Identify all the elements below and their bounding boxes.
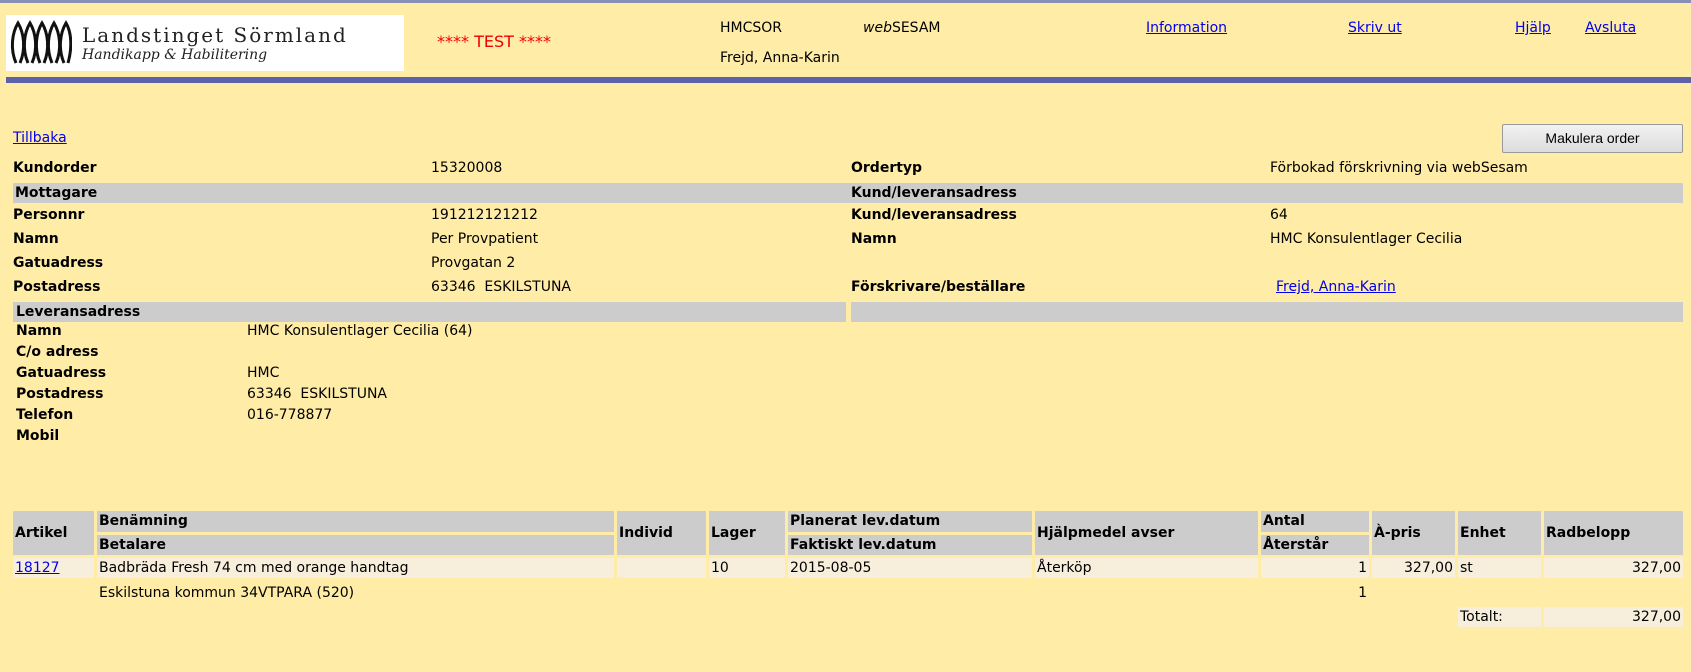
th-avser: Hjälpmedel avser — [1035, 511, 1261, 558]
empty-band — [851, 302, 1683, 322]
kundlev-label: Kund/leveransadress — [851, 207, 1017, 223]
system-code: HMCSOR — [720, 20, 783, 36]
th-planerat: Planerat lev.datum — [788, 511, 1035, 535]
cell-radbelopp: 327,00 — [1544, 558, 1686, 581]
logo-line1: Landstinget Sörmland — [82, 23, 348, 47]
th-aterstar: Återstår — [1261, 534, 1372, 558]
order-lines-table: Artikel Benämning Individ Lager Planerat… — [13, 511, 1686, 630]
postadress-value: 63346 ESKILSTUNA — [431, 279, 572, 295]
personnr-label: Personnr — [13, 207, 85, 223]
forskrivare-label: Förskrivare/beställare — [851, 279, 1026, 295]
artikel-link[interactable]: 18127 — [15, 560, 60, 576]
total-row: Totalt: 327,00 — [13, 607, 1686, 630]
table-row: 18127 Badbräda Fresh 74 cm med orange ha… — [13, 558, 1686, 581]
user-name: Frejd, Anna-Karin — [720, 50, 840, 66]
delivery-value: HMC — [247, 365, 280, 381]
th-apris: À-pris — [1372, 511, 1458, 558]
th-radbelopp: Radbelopp — [1544, 511, 1686, 558]
cell-antal: 1 — [1261, 558, 1372, 581]
cell-avser: Återköp — [1035, 558, 1261, 581]
namn2-value: HMC Konsulentlager Cecilia — [1270, 231, 1463, 247]
th-enhet: Enhet — [1458, 511, 1544, 558]
mottagare-band: Mottagare — [13, 183, 846, 203]
cell-individ — [617, 558, 709, 581]
cell-betalare: Eskilstuna kommun 34VTPARA (520) — [97, 581, 617, 607]
th-betalare: Betalare — [97, 534, 617, 558]
payer-row: Eskilstuna kommun 34VTPARA (520) 1 — [13, 581, 1686, 607]
cell-lager: 10 — [709, 558, 788, 581]
information-link[interactable]: Information — [1146, 20, 1227, 36]
kundlev-value: 64 — [1270, 207, 1288, 223]
print-link[interactable]: Skriv ut — [1348, 20, 1402, 36]
delivery-label: C/o adress — [16, 344, 99, 360]
delivery-label: Gatuadress — [16, 365, 107, 381]
cell-aterstar: 1 — [1261, 581, 1372, 607]
cancel-order-button[interactable]: Makulera order — [1502, 124, 1683, 153]
leveransadress-band: Leveransadress — [13, 302, 846, 322]
cell-benamning: Badbräda Fresh 74 cm med orange handtag — [97, 558, 617, 581]
header-divider — [6, 77, 1691, 83]
delivery-value: HMC Konsulentlager Cecilia (64) — [247, 323, 473, 339]
gatuadress-label: Gatuadress — [13, 255, 104, 271]
help-link[interactable]: Hjälp — [1515, 20, 1551, 36]
delivery-label: Telefon — [16, 407, 74, 423]
personnr-value: 191212121212 — [431, 207, 538, 223]
test-label: **** TEST **** — [437, 32, 551, 51]
th-individ: Individ — [617, 511, 709, 558]
forskrivare-link[interactable]: Frejd, Anna-Karin — [1276, 279, 1396, 295]
delivery-label: Postadress — [16, 386, 104, 402]
total-label: Totalt: — [1458, 607, 1544, 630]
delivery-value: 016-778877 — [247, 407, 333, 423]
app-name-rest: SESAM — [891, 20, 941, 36]
namn-value: Per Provpatient — [431, 231, 539, 247]
postadress-label: Postadress — [13, 279, 101, 295]
kundorder-value: 15320008 — [431, 160, 503, 176]
delivery-label: Mobil — [16, 428, 60, 444]
ordertyp-label: Ordertyp — [851, 160, 923, 176]
app-name-italic: web — [863, 20, 892, 36]
logo-line2: Handikapp & Habilitering — [82, 47, 268, 63]
ordertyp-value: Förbokad förskrivning via webSesam — [1270, 160, 1528, 176]
cell-enhet: st — [1458, 558, 1544, 581]
th-antal: Antal — [1261, 511, 1372, 535]
gatuadress-value: Provgatan 2 — [431, 255, 516, 271]
kundorder-label: Kundorder — [13, 160, 97, 176]
th-faktiskt: Faktiskt lev.datum — [788, 534, 1035, 558]
logo: Landstinget Sörmland Handikapp & Habilit… — [6, 15, 404, 71]
namn2-label: Namn — [851, 231, 897, 247]
top-border — [0, 0, 1691, 3]
cell-datum: 2015-08-05 — [788, 558, 1035, 581]
back-link[interactable]: Tillbaka — [13, 130, 67, 146]
total-value: 327,00 — [1544, 607, 1686, 630]
cell-apris: 327,00 — [1372, 558, 1458, 581]
delivery-label: Namn — [16, 323, 62, 339]
app-name: webSESAM — [863, 20, 941, 36]
logout-link[interactable]: Avsluta — [1585, 20, 1636, 36]
delivery-value: 63346 ESKILSTUNA — [247, 386, 388, 402]
th-artikel: Artikel — [13, 511, 97, 558]
kund-band: Kund/leveransadress — [846, 183, 1683, 203]
th-lager: Lager — [709, 511, 788, 558]
th-benamning: Benämning — [97, 511, 617, 535]
namn-label: Namn — [13, 231, 59, 247]
lotus-logo-icon — [10, 20, 72, 64]
